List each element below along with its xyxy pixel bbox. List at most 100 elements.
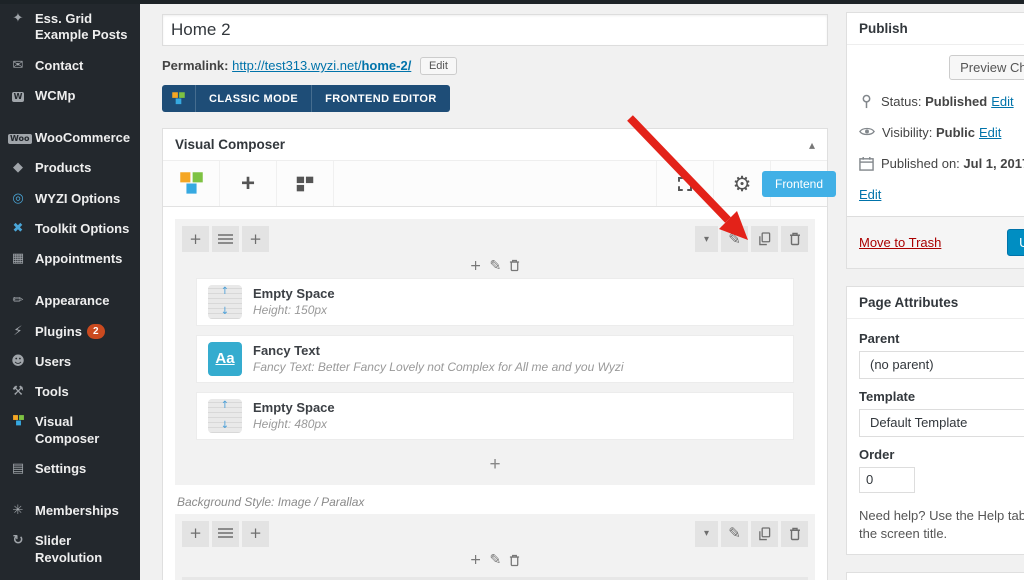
pencil-icon: ✎ [728,229,741,248]
sidebar-item-label: WCMp [35,87,76,103]
row-delete-button[interactable] [781,520,808,547]
vc-mode-switcher: CLASSIC MODE FRONTEND EDITOR [162,85,450,112]
editor-main-column: Permalink: http://test313.wyzi.net/home-… [162,14,837,580]
preview-changes-button[interactable]: Preview Changes [949,55,1024,80]
column-add-icon[interactable]: + [470,258,482,274]
sidebar-item-label: Toolkit Options [35,220,130,236]
row-toggle-button[interactable]: ▾ [695,520,718,547]
element-subtitle: Height: 150px [253,303,328,318]
sidebar-item-appearance[interactable]: ✏ Appearance [0,286,140,316]
row-drag-handle[interactable]: + [182,226,209,252]
sidebar-item-wcmp[interactable]: W WCMp [0,81,140,111]
sidebar-item-visual-composer[interactable]: Visual Composer [0,407,140,454]
sidebar-item-label: Visual Composer [35,414,100,446]
row-drag-handle[interactable]: + [182,520,209,547]
column-edit-icon[interactable]: ✎ [490,258,502,274]
parent-select[interactable]: (no parent) [859,350,1024,379]
row-layout-button[interactable] [212,520,239,547]
parent-label: Parent [859,330,900,346]
metabox-title: Visual Composer [175,137,286,152]
move-to-trash-link[interactable]: Move to Trash [859,235,941,250]
sidebar-item-slider-revolution[interactable]: ↻ Slider Revolution [0,526,140,573]
template-select[interactable]: Default Template [859,408,1024,437]
vc-logo-icon [162,85,196,112]
add-element-button[interactable]: + [220,161,277,206]
row-toggle-button[interactable]: ▾ [695,226,718,252]
element-title: Empty Space [253,286,335,302]
plus-icon: + [249,524,262,543]
column-trash-icon[interactable] [509,554,520,567]
sidebar-item-label: Settings [35,460,87,476]
caret-down-icon: ▾ [703,528,710,540]
sidebar-item-settings[interactable]: ▤ Settings [0,454,140,484]
memberships-icon: ✳ [12,503,24,518]
envelope-icon: ✉ [12,57,24,73]
frontend-editor-button[interactable]: FRONTEND EDITOR [312,85,450,112]
plugin-icon: ⚡ [13,323,23,339]
brush-icon: ✏ [12,293,24,309]
empty-space-icon: ↑ ↓ [208,398,242,433]
row-add-button[interactable]: + [242,520,269,547]
metabox-header[interactable]: Visual Composer ▴ [163,129,827,161]
row-clone-button[interactable] [751,226,778,252]
sidebar-item-users[interactable]: ☻ Users [0,347,140,377]
status-row: Status: Published Edit [859,93,1024,111]
plus-icon: + [249,229,262,248]
sidebar-item-wp-fastest-cache[interactable]: ● WP Fastest Cache [0,573,140,580]
vc-logo-button[interactable] [163,161,220,206]
metabox-collapse-icon[interactable]: ▴ [809,138,815,152]
frontend-button[interactable]: Frontend [761,170,837,197]
publish-box: Publish Preview Changes Status: Publishe… [846,12,1024,269]
frontend-cell: Frontend [761,161,837,206]
post-title-input[interactable] [162,14,828,46]
sidebar-item-plugins[interactable]: ⚡ Plugins 2 [0,317,140,347]
sidebar-item-tools[interactable]: ⚒ Tools [0,377,140,407]
element-fancy-text[interactable]: Aa Fancy Text Fancy Text: Better Fancy L… [196,334,794,383]
row-edit-button[interactable]: ✎ [721,226,748,252]
templates-button[interactable] [277,161,334,206]
visibility-edit-link[interactable]: Edit [979,125,1001,140]
sidebar-item-contact[interactable]: ✉ Contact [0,51,140,81]
permalink-link[interactable]: http://test313.wyzi.net/home-2/ [232,58,411,73]
require-membership-title: Require Membership [847,573,1024,580]
row-add-button[interactable]: + [242,226,269,252]
sidebar-item-appointments[interactable]: ▦ Appointments [0,244,140,274]
row-layout-button[interactable] [212,226,239,252]
sidebar-item-wyzi-options[interactable]: ◎ WYZI Options [0,184,140,214]
row-clone-button[interactable] [751,520,778,547]
publish-box-title: Publish [847,13,1024,45]
column-edit-icon[interactable]: ✎ [490,552,502,568]
sidebar-item-label: Products [35,160,92,176]
status-edit-link[interactable]: Edit [991,94,1013,109]
column-add-icon[interactable]: + [470,552,482,568]
update-button[interactable]: Update [1007,228,1024,256]
vc-row-2: + + ▾ ✎ + ✎ [175,513,815,580]
copy-icon [759,232,771,246]
wcmp-icon: W [11,91,25,102]
rows-layout-icon [218,528,233,540]
sidebar-item-woocommerce[interactable]: Woo WooCommerce [0,123,140,153]
permalink-label: Permalink: [162,58,229,73]
row-append-element-button[interactable]: + [182,449,808,478]
row-delete-button[interactable] [781,226,808,252]
element-empty-space-1[interactable]: ↑ ↓ Empty Space Height: 150px [196,277,794,326]
vc-logo-icon [179,172,203,194]
column-controls: + ✎ [182,252,808,278]
sidebar-item-products[interactable]: ◆ Products [0,153,140,183]
sidebar-item-ess-grid-posts[interactable]: ✦ Ess. Grid Example Posts [0,4,140,51]
permalink-edit-button[interactable]: Edit [419,57,457,75]
published-edit-link[interactable]: Edit [859,187,881,202]
column-trash-icon[interactable] [509,259,520,272]
element-empty-space-2[interactable]: ↑ ↓ Empty Space Height: 480px [196,391,794,440]
order-input[interactable] [859,466,915,493]
sidebar-item-toolkit-options[interactable]: ✖ Toolkit Options [0,214,140,244]
sidebar-item-memberships[interactable]: ✳ Memberships [0,496,140,526]
visibility-row: Visibility: Public Edit [859,124,1024,142]
fullscreen-button[interactable] [656,161,713,206]
classic-mode-button[interactable]: CLASSIC MODE [196,85,313,112]
package-icon: ◆ [13,160,23,176]
plugins-update-badge: 2 [86,323,105,339]
element-subtitle: Fancy Text: Better Fancy Lovely not Comp… [253,360,624,375]
row-edit-button[interactable]: ✎ [721,520,748,547]
